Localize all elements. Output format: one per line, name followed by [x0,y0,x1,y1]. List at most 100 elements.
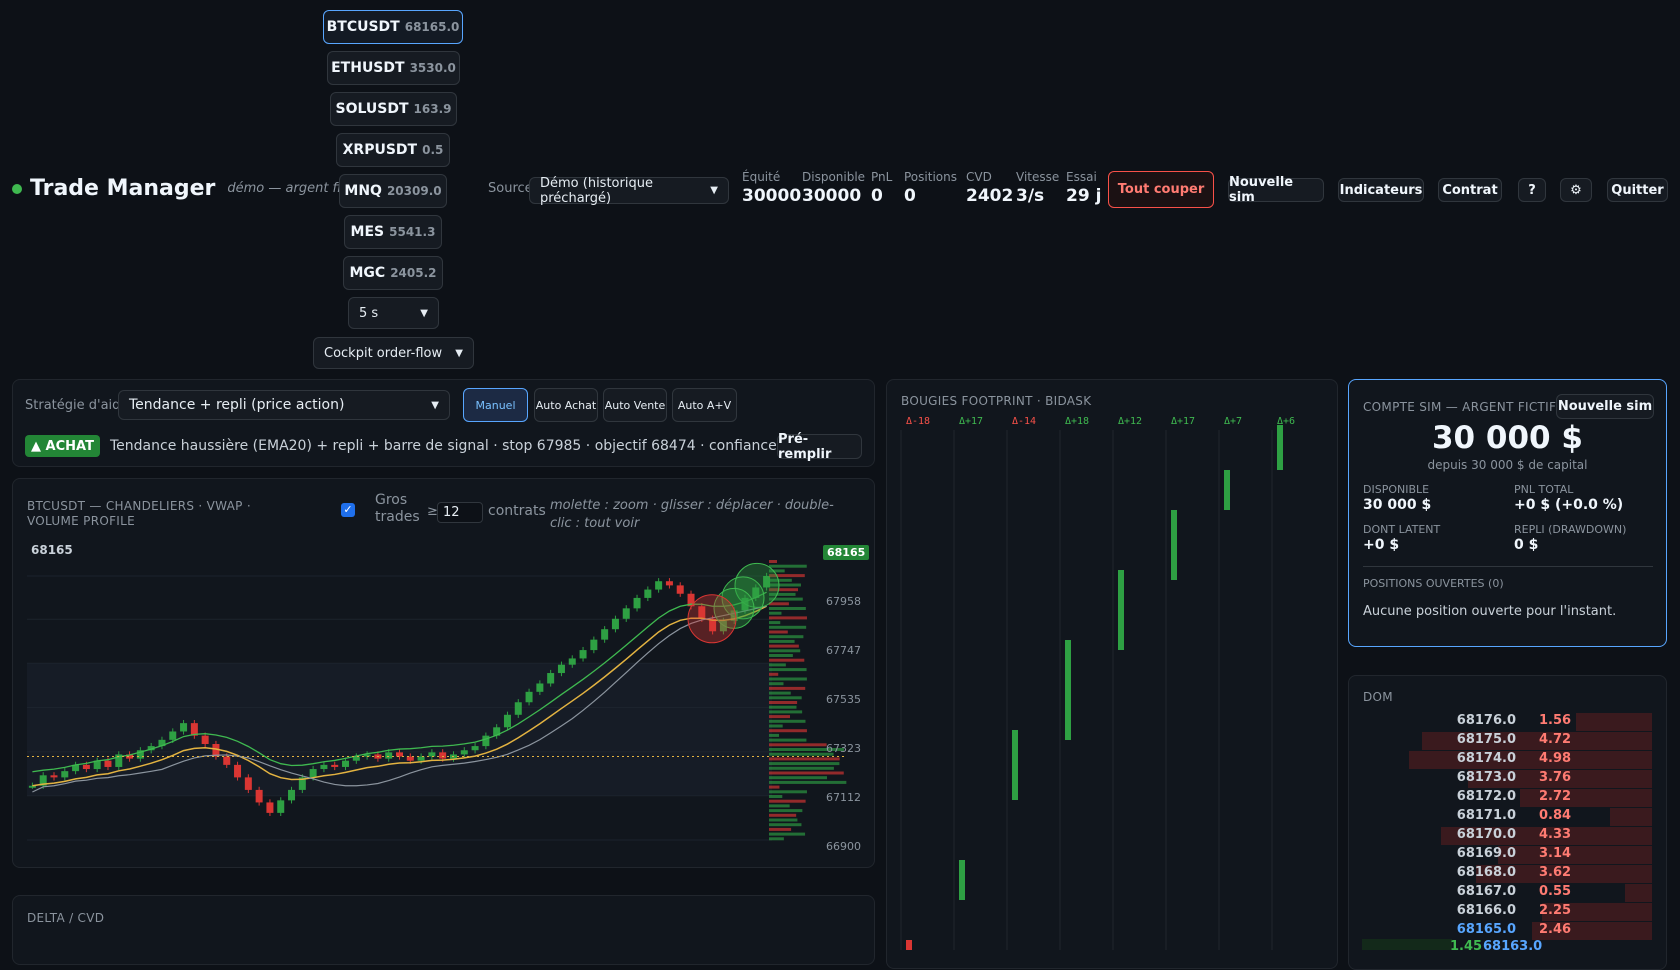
mode-manual-button[interactable]: Manuel [463,388,528,422]
stat-equity: Équité 30000 [742,170,801,206]
candle-body [50,775,58,778]
symbol-price: 163.9 [413,102,452,116]
symbol-solusdt[interactable]: SOLUSDT 163.9 [330,92,457,126]
help-button[interactable]: ? [1518,178,1546,202]
delta-panel [12,895,875,965]
volume-profile-bar [769,611,782,615]
volume-profile-bar [769,635,804,639]
volume-profile-bar [769,625,807,629]
footprint-chart[interactable]: Δ-18 Δ+17 Δ-14 Δ+18 Δ+12 Δ+17 Δ+7 Δ+6 [898,410,1328,950]
account-equity: 30 000 $ [1431,420,1583,456]
threshold-input[interactable]: 12 [437,502,483,523]
latent-value: +0 $ [1363,537,1400,553]
stat-speed: Vitesse 3/s [1016,170,1059,206]
price-tick: 66900 [826,840,861,853]
latent-label: DONT LATENT [1363,523,1441,536]
volume-profile-bar [769,710,803,714]
volume-profile-bar [769,691,791,695]
settings-gear-icon[interactable]: ⚙ [1560,178,1592,202]
dom-price: 68170.0 [1456,827,1516,842]
dom-ask-row[interactable]: 68166.0 2.25 [1362,902,1652,921]
candlestick-chart[interactable] [22,540,867,855]
dom-ask-row[interactable]: 68168.0 3.62 [1362,864,1652,883]
candle-body [266,802,274,813]
dom-ask-row[interactable]: 68173.0 3.76 [1362,769,1652,788]
dom-volume-bar [1625,884,1652,902]
positions-label: POSITIONS OUVERTES (0) [1363,577,1504,590]
big-trades-checkbox[interactable]: ✓ [341,503,355,517]
stat-label: Équité [742,170,781,184]
symbol-mnq[interactable]: MNQ 20309.0 [339,174,447,208]
candle-body [288,789,296,801]
chevron-down-icon: ▼ [431,399,439,411]
footprint-candle-body [1012,730,1018,800]
volume-profile-bar [769,564,807,568]
volume-profile-bar [769,644,799,648]
footprint-delta-label: Δ+7 [1224,416,1242,427]
dom-ask-row[interactable]: 68176.0 1.56 [1362,712,1652,731]
candle-body [547,673,555,684]
signal-text: Tendance haussière (EMA20) + repli + bar… [110,438,817,454]
source-label: Source [488,181,533,196]
dom-ask-row[interactable]: 68171.0 0.84 [1362,807,1652,826]
candle-body [342,760,350,767]
stat-label: Essai [1066,170,1097,184]
dom-ask-row[interactable]: 68175.0 4.72 [1362,731,1652,750]
current-price-tag: 68165 [823,545,870,560]
price-tick: 67112 [826,791,861,804]
available-label: DISPONIBLE [1363,483,1430,496]
dom-ask-row[interactable]: 68170.0 4.33 [1362,826,1652,845]
symbol-ethusdt[interactable]: ETHUSDT 3530.0 [327,51,460,85]
volume-profile-bar [769,668,807,672]
volume-profile-bar [769,813,797,817]
candle-body [525,691,533,703]
volume-profile-bar [769,795,783,798]
prefill-button[interactable]: Pré-remplir [777,432,862,462]
volume-profile-bar [769,729,807,733]
mode-auto-sell-button[interactable]: Auto Vente [603,388,667,422]
dom-price: 68173.0 [1456,770,1516,785]
volume-profile-bar [769,677,807,681]
big-trades-label: Gros trades [375,492,420,525]
symbol-btcusdt[interactable]: BTCUSDT 68165.0 [323,10,463,44]
interval-select[interactable]: 5 s ▼ [348,297,439,329]
footprint-delta-label: Δ+12 [1118,416,1142,427]
footprint-title: BOUGIES FOOTPRINT · BIDASK [901,394,1092,408]
mode-auto-buy-button[interactable]: Auto Achat [534,388,598,422]
dom-ask-row[interactable]: 68174.0 4.98 [1362,750,1652,769]
dom-price: 68171.0 [1456,808,1516,823]
app-title: Trade Manager [30,176,216,201]
account-new-sim-button[interactable]: Nouvelle sim [1556,394,1654,419]
strategy-select[interactable]: Tendance + repli (price action) ▼ [118,390,450,420]
price-tick: 67535 [826,693,861,706]
kill-all-button[interactable]: Tout couper [1108,171,1214,208]
strategy-value: Tendance + repli (price action) [129,397,345,413]
volume-profile-bar [769,658,805,662]
price-tick: 67323 [826,742,861,755]
chart-title: BTCUSDT — CHANDELIERS · VWAP · VOLUME PR… [27,499,251,528]
symbol-xrpusdt[interactable]: XRPUSDT 0.5 [336,133,450,167]
contract-button[interactable]: Contrat [1438,178,1502,202]
indicators-button[interactable]: Indicateurs [1338,178,1424,202]
new-sim-button[interactable]: Nouvelle sim [1228,175,1324,205]
candle-body [385,752,393,759]
candle-body [471,746,479,751]
dom-ask-row[interactable]: 68172.0 2.72 [1362,788,1652,807]
dom-ask-row[interactable]: 68169.0 3.14 [1362,845,1652,864]
source-select[interactable]: Démo (historique préchargé) ▼ [529,176,729,206]
drawdown-value: 0 $ [1514,537,1539,553]
dom-qty: 3.62 [1539,865,1572,880]
dom-volume-bar [1498,846,1652,864]
mode-auto-both-button[interactable]: Auto A+V [672,388,737,422]
symbol-mes[interactable]: MES 5541.3 [344,215,442,249]
dom-ask-row[interactable]: 68165.0 2.46 [1362,921,1652,940]
positions-empty: Aucune position ouverte pour l'instant. [1363,604,1617,619]
layout-select[interactable]: Cockpit order-flow ▼ [313,337,474,369]
dom-ask-row[interactable]: 68167.0 0.55 [1362,883,1652,902]
footprint-candle-body [906,940,912,950]
pnl-value: +0 $ (+0.0 %) [1514,497,1624,513]
quit-button[interactable]: Quitter [1607,178,1668,202]
candle-body [633,597,641,609]
symbol-mgc[interactable]: MGC 2405.2 [343,256,443,290]
top-price-label: 68165 [31,543,73,557]
